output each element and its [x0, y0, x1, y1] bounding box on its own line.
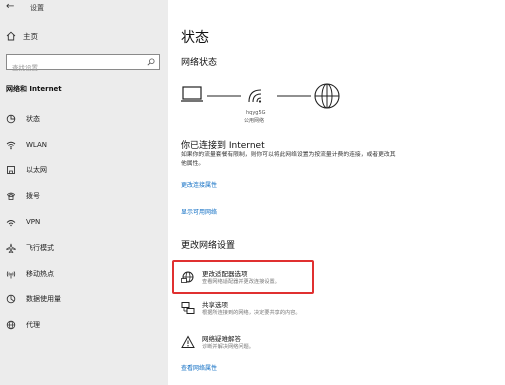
back-arrow-icon[interactable]: ← [6, 1, 14, 12]
home-icon [6, 31, 16, 41]
sidebar-home[interactable]: 主页 [6, 30, 38, 42]
change-connection-properties-link[interactable]: 更改连接属性 [181, 180, 217, 189]
sidebar-item-wlan[interactable]: WLAN [0, 132, 168, 158]
home-label: 主页 [23, 31, 38, 41]
network-ssid: hqyg5G [246, 110, 266, 116]
network-diagram [181, 83, 340, 109]
sidebar-item-status[interactable]: 状态 [0, 106, 168, 132]
option-description: 根据所连接到的网络，决定要共享的内容。 [202, 310, 301, 316]
wifi-router-icon [248, 89, 262, 103]
view-network-properties-link[interactable]: 查看网络属性 [181, 363, 217, 372]
sidebar-item-airplane[interactable]: 飞行模式 [0, 235, 168, 261]
sidebar-item-label: WLAN [26, 140, 48, 149]
proxy-icon [6, 320, 16, 330]
hotspot-icon [6, 269, 16, 279]
wifi-icon [6, 140, 16, 150]
option-description: 诊断并解决网络问题。 [202, 344, 254, 350]
sidebar-item-label: 拨号 [26, 192, 40, 201]
status-icon [6, 114, 16, 124]
data-usage-icon [6, 294, 16, 304]
sidebar-item-label: 以太网 [26, 166, 47, 175]
dialup-icon [6, 191, 16, 201]
sidebar-item-label: VPN [26, 218, 41, 227]
network-type: 公用网络 [244, 118, 265, 124]
page-title: 状态 [181, 30, 209, 46]
sidebar: 主页 网络和 Internet 状态 WLAN 以太网 [0, 0, 168, 385]
sidebar-item-label: 数据使用量 [26, 295, 61, 304]
vpn-icon [6, 217, 16, 227]
connected-heading: 你已连接到 Internet [181, 141, 265, 151]
sidebar-section-title: 网络和 Internet [6, 85, 62, 93]
network-status-heading: 网络状态 [181, 58, 218, 68]
globe-icon [314, 83, 340, 109]
sharing-options[interactable]: 共享选项 根据所连接到的网络，决定要共享的内容。 [181, 301, 301, 317]
sidebar-item-dialup[interactable]: 拨号 [0, 183, 168, 209]
change-settings-heading: 更改网络设置 [181, 241, 236, 251]
airplane-icon [6, 243, 16, 253]
search-icon[interactable] [147, 58, 155, 66]
connected-description: 如果你的流量套餐有限制，则你可以将此网络设置为按流量计费的连接，或者更改其他属性… [181, 152, 396, 167]
warning-icon [181, 335, 195, 348]
network-troubleshooter[interactable]: 网络疑难解答 诊断并解决网络问题。 [181, 335, 254, 351]
sidebar-item-label: 飞行模式 [26, 243, 54, 252]
search-input[interactable] [7, 61, 139, 75]
show-available-networks-link[interactable]: 显示可用网络 [181, 207, 217, 216]
option-title: 网络疑难解答 [202, 335, 241, 343]
laptop-icon [181, 86, 203, 102]
main-content: 状态 网络状态 hqyg5G 公用网络 你已连接到 Internet 如果你的流… [168, 0, 505, 385]
ethernet-icon [6, 165, 16, 175]
sidebar-item-hotspot[interactable]: 移动热点 [0, 261, 168, 287]
sidebar-item-proxy[interactable]: 代理 [0, 312, 168, 338]
sidebar-item-ethernet[interactable]: 以太网 [0, 158, 168, 184]
sidebar-nav: 状态 WLAN 以太网 拨号 VPN 飞行模式 移动热点 数据使用量 代理 [0, 106, 168, 338]
highlight-box [172, 260, 314, 294]
window-title: 设置 [30, 4, 44, 12]
option-title: 共享选项 [202, 301, 228, 309]
sidebar-item-vpn[interactable]: VPN [0, 209, 168, 235]
sidebar-item-data-usage[interactable]: 数据使用量 [0, 287, 168, 313]
sidebar-item-label: 代理 [26, 321, 40, 330]
search-field[interactable] [6, 54, 160, 75]
sharing-icon [181, 302, 195, 314]
sidebar-item-label: 状态 [26, 114, 40, 123]
sidebar-item-label: 移动热点 [26, 269, 54, 278]
